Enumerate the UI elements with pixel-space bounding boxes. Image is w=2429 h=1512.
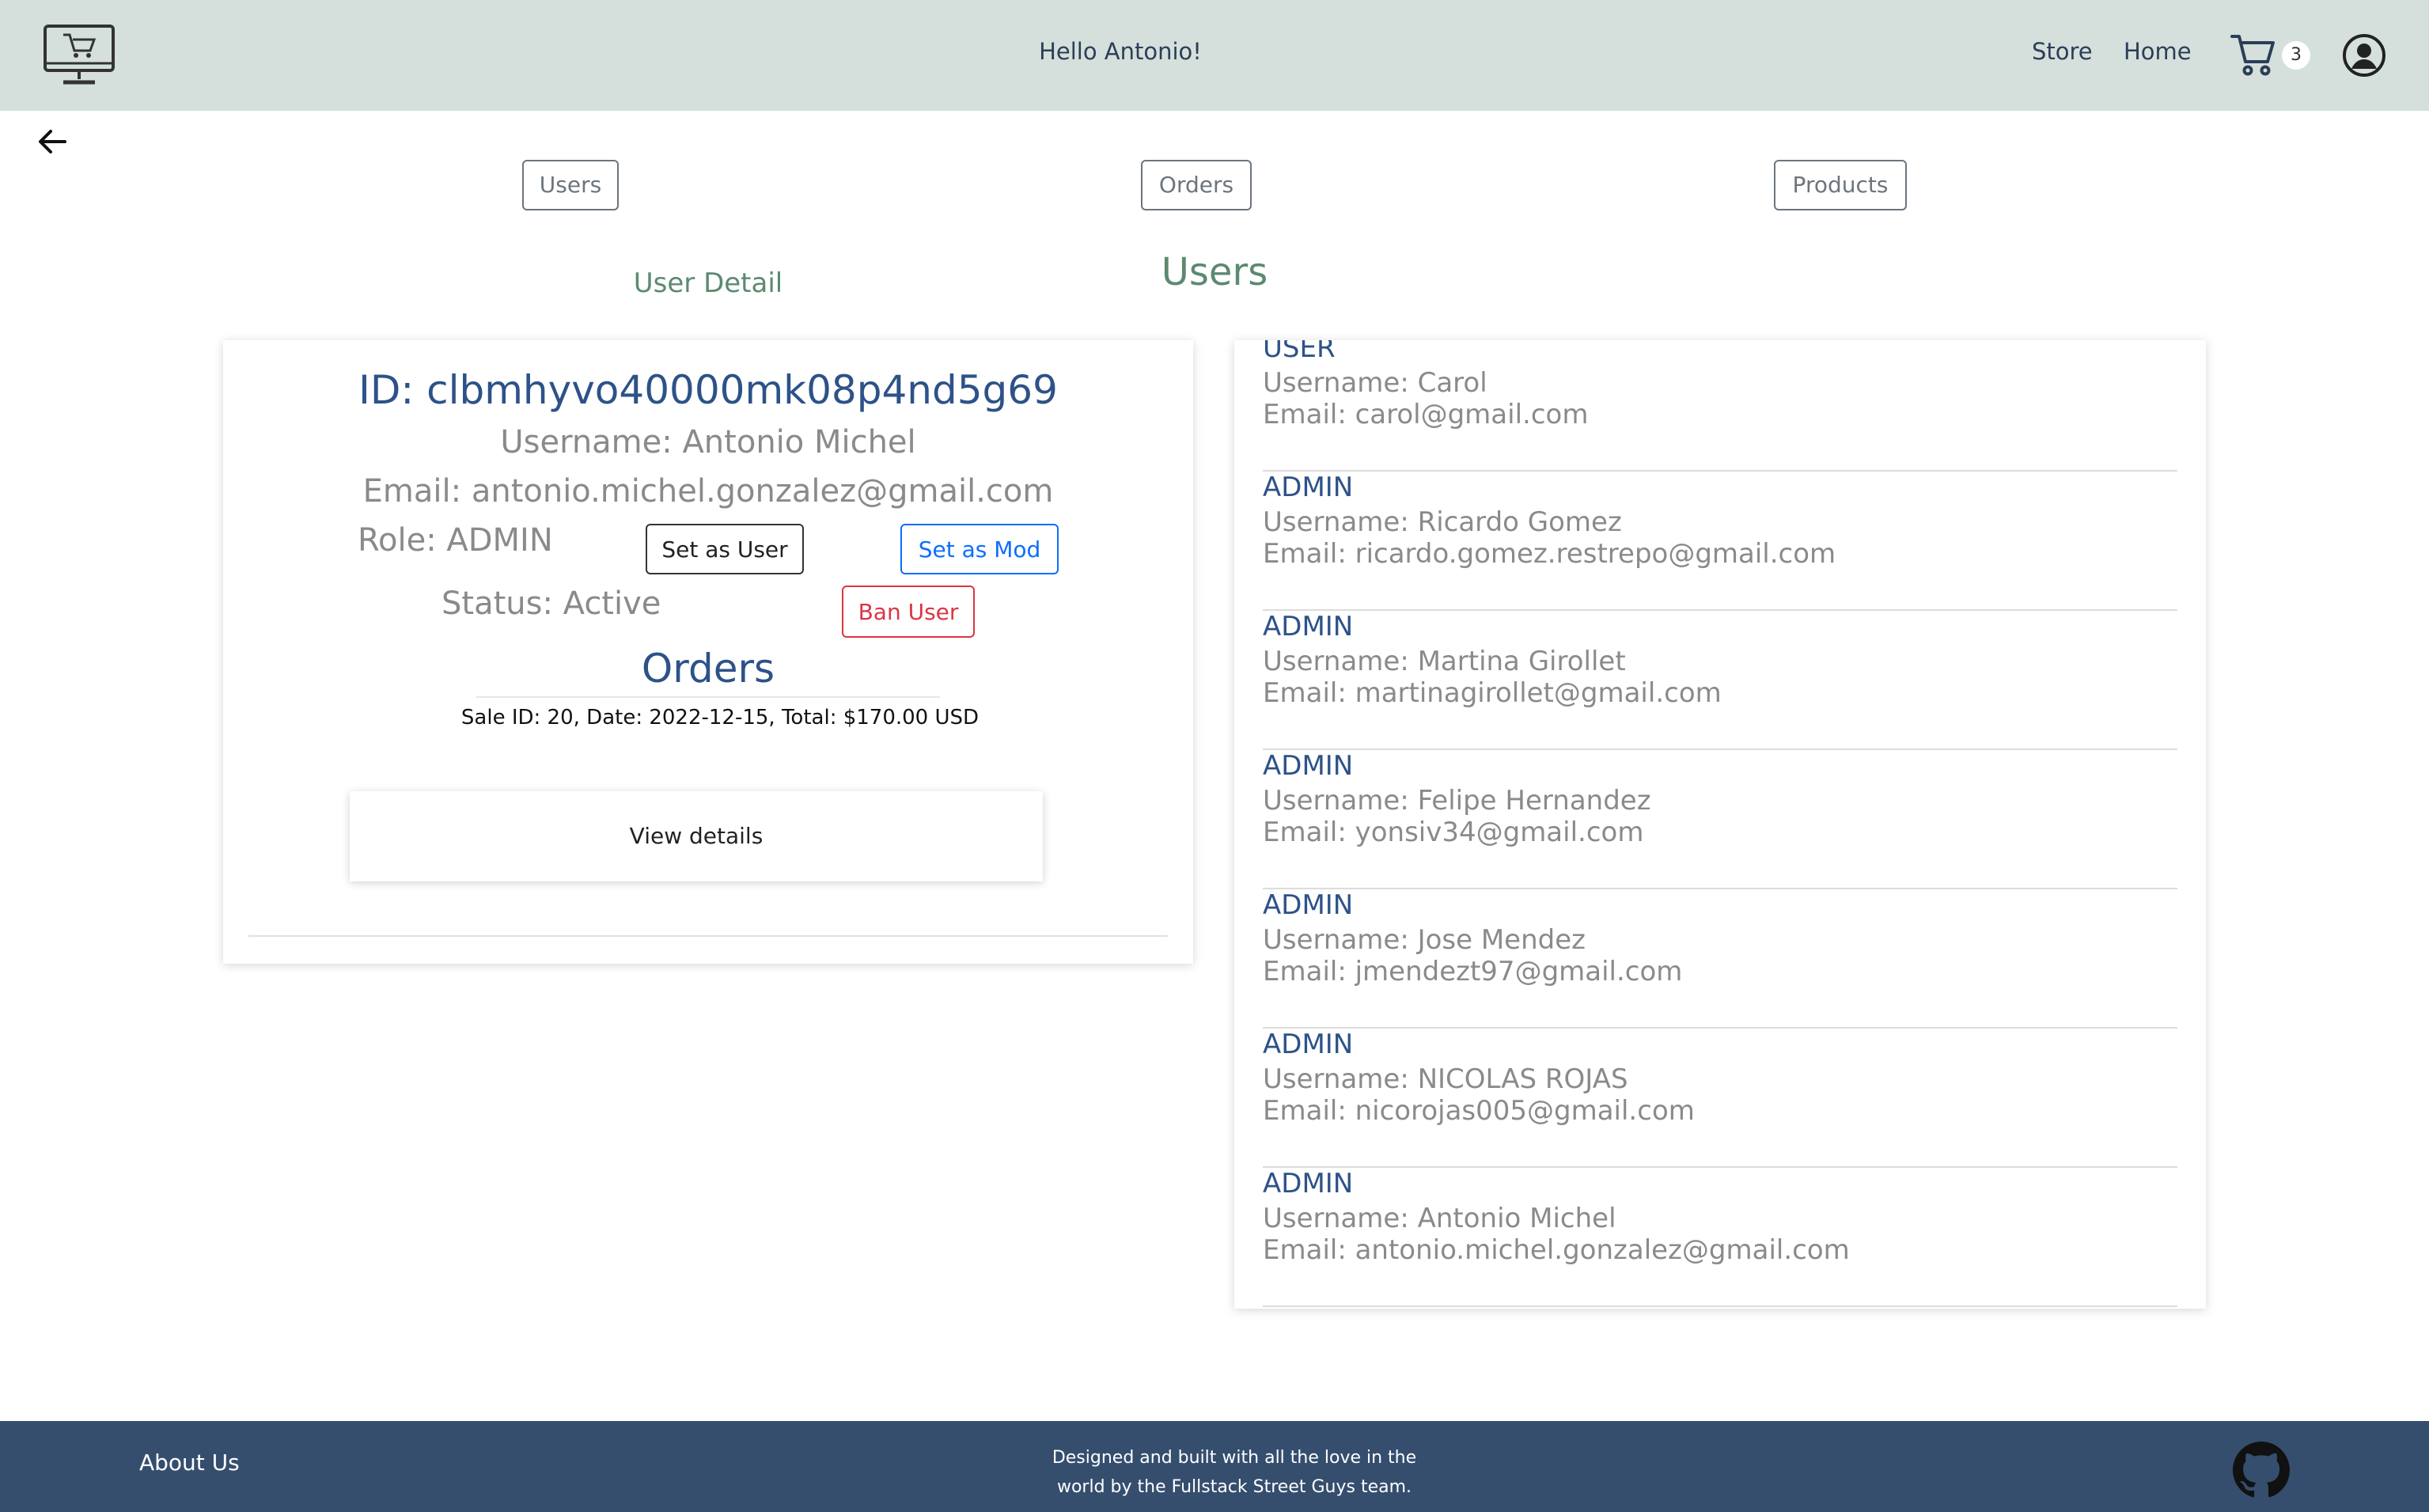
footer-credits: Designed and built with all the love in … [1013,1443,1456,1502]
order-summary: Sale ID: 20, Date: 2022-12-15, Total: $1… [460,706,980,729]
user-username: Username: Antonio Michel [500,424,916,460]
view-details-button[interactable]: View details [350,791,1043,881]
detail-divider [248,935,1168,937]
user-role-label: ADMIN [1263,472,1354,503]
github-icon[interactable] [2233,1442,2290,1499]
user-username: Username: Ricardo Gomez [1263,506,1622,538]
user-email: Email: martinagirollet@gmail.com [1263,677,1722,709]
user-email: Email: jmendezt97@gmail.com [1263,956,1683,987]
tab-users[interactable]: Users [522,160,619,210]
user-email: Email: yonsiv34@gmail.com [1263,817,1644,848]
tab-products[interactable]: Products [1774,160,1907,210]
user-detail-title: User Detail [633,267,783,299]
user-email: Email: carol@gmail.com [1263,399,1589,430]
user-email: Email: antonio.michel.gonzalez@gmail.com [362,473,1054,510]
user-role-label: ADMIN [1263,1168,1354,1199]
cart-icon[interactable] [2230,32,2277,78]
user-detail-card: ID: clbmhyvo40000mk08p4nd5g69 Username: … [223,340,1193,964]
tab-orders[interactable]: Orders [1141,160,1252,210]
user-email: Email: nicorojas005@gmail.com [1263,1095,1695,1127]
user-role-label: USER [1263,340,1336,364]
list-item[interactable]: ADMIN Username: NICOLAS ROJAS Email: nic… [1263,1029,2177,1168]
nav-link-home[interactable]: Home [2124,38,2192,65]
user-circle-icon[interactable] [2342,33,2386,78]
list-item[interactable]: ADMIN Username: Ricardo Gomez Email: ric… [1263,472,2177,611]
users-list[interactable]: USER Username: Carol Email: carol@gmail.… [1234,340,2206,1309]
nav-link-store[interactable]: Store [2032,38,2093,65]
orders-heading: Orders [641,646,775,692]
user-username: Username: NICOLAS ROJAS [1263,1063,1628,1095]
set-as-user-button[interactable]: Set as User [646,524,804,574]
list-item[interactable]: ADMIN Username: Felipe Hernandez Email: … [1263,750,2177,889]
user-role-label: ADMIN [1263,611,1354,642]
user-username: Username: Martina Girollet [1263,646,1626,677]
greeting-text: Hello Antonio! [1039,38,1202,65]
about-us-link[interactable]: About Us [139,1449,240,1476]
user-role-label: ADMIN [1263,889,1354,921]
list-item[interactable]: ADMIN Username: Jose Mendez Email: jmend… [1263,889,2177,1029]
credits-line-2: world by the Fullstack Street Guys team. [1056,1477,1412,1497]
list-item[interactable]: ADMIN Username: Martina Girollet Email: … [1263,611,2177,750]
users-list-title: Users [1161,250,1268,294]
user-role: Role: ADMIN [358,522,553,559]
back-arrow-icon[interactable] [36,128,68,155]
orders-divider [476,696,940,698]
user-role-label: ADMIN [1263,1029,1354,1060]
user-email: Email: antonio.michel.gonzalez@gmail.com [1263,1234,1850,1266]
user-username: Username: Carol [1263,367,1487,399]
list-item[interactable]: ADMIN Username: Antonio Michel Email: an… [1263,1168,2177,1307]
user-username: Username: Jose Mendez [1263,924,1586,956]
user-id: ID: clbmhyvo40000mk08p4nd5g69 [358,367,1058,413]
footer: About Us Designed and built with all the… [0,1421,2429,1512]
user-username: Username: Antonio Michel [1263,1203,1616,1234]
computer-cart-logo-icon[interactable] [43,24,116,87]
user-email: Email: ricardo.gomez.restrepo@gmail.com [1263,538,1836,570]
set-as-mod-button[interactable]: Set as Mod [900,524,1059,574]
list-item[interactable]: USER Username: Carol Email: carol@gmail.… [1263,340,2177,472]
ban-user-button[interactable]: Ban User [842,585,975,638]
credits-line-1: Designed and built with all the love in … [1052,1448,1417,1468]
top-navbar: Hello Antonio! Store Home 3 [0,0,2429,111]
user-role-label: ADMIN [1263,750,1354,782]
user-status: Status: Active [441,585,661,622]
cart-count-badge: 3 [2282,41,2310,70]
user-username: Username: Felipe Hernandez [1263,785,1651,817]
